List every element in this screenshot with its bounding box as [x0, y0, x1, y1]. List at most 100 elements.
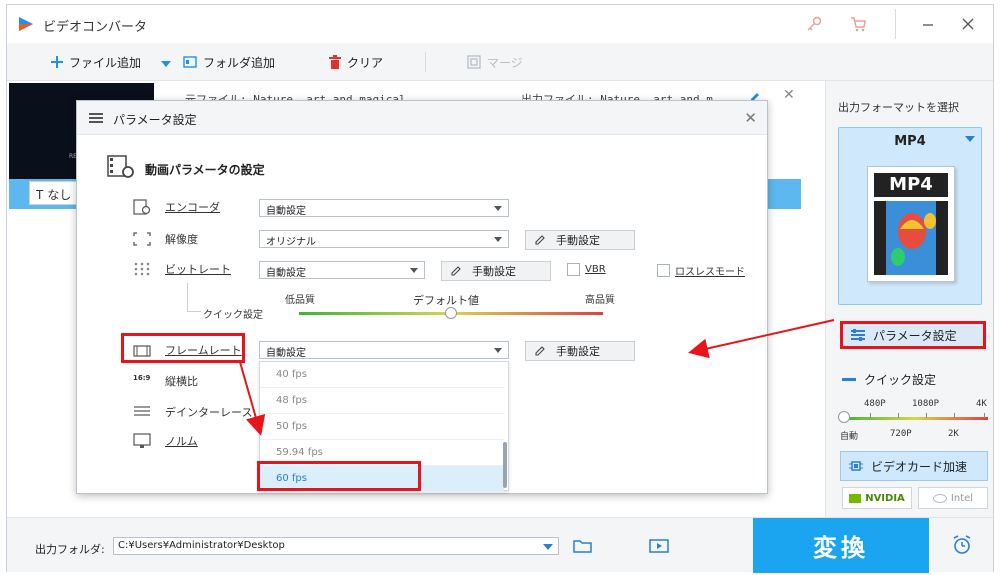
remove-file-icon[interactable]: ✕ [783, 87, 795, 103]
quick-settings-icon [842, 378, 856, 381]
low-quality-label: 低品質 [285, 295, 315, 306]
title-separator [895, 9, 896, 39]
resolution-icon [133, 232, 151, 246]
frame-rate-manual-button[interactable]: 手動設定 [525, 341, 635, 361]
bitrate-label: ビットレート [165, 263, 231, 276]
vbr-checkbox-box[interactable] [567, 263, 580, 276]
pencil-icon [451, 266, 461, 276]
output-folder-dropdown-icon[interactable] [543, 544, 553, 550]
convert-button[interactable]: 変換 [753, 518, 929, 573]
video-section-title: 動画パラメータの設定 [145, 163, 265, 177]
subtitle-value: なし [47, 188, 72, 202]
merge-button[interactable]: マージ [467, 53, 523, 71]
quick-quality-label: クイック設定 [203, 310, 263, 321]
resolution-value: オリジナル [266, 237, 316, 248]
quick-settings-label: クイック設定 [864, 373, 937, 387]
dialog-close-icon[interactable]: ✕ [744, 109, 757, 127]
key-icon[interactable] [805, 15, 823, 33]
add-file-label: ファイル追加 [69, 55, 142, 70]
parameter-settings-label: パラメータ設定 [873, 328, 957, 343]
chevron-down-icon [410, 268, 418, 273]
merge-label: マージ [487, 55, 523, 70]
chevron-down-icon [494, 237, 502, 242]
vbr-label: VBR [585, 264, 606, 275]
app-logo-icon [19, 17, 33, 31]
format-name: MP4 [894, 134, 926, 149]
fps-option-50[interactable]: 50 fps [260, 414, 504, 440]
subtitle-select[interactable]: T なし [29, 181, 83, 205]
bitrate-manual-button[interactable]: 手動設定 [441, 261, 551, 281]
alarm-clock-icon[interactable] [951, 534, 973, 556]
add-file-dropdown-icon[interactable] [161, 61, 171, 67]
close-icon[interactable] [959, 15, 977, 33]
format-selector[interactable]: MP4 MP4 [838, 127, 982, 305]
format-panel-title: 出力フォーマットを選択 [838, 101, 959, 114]
format-dropdown-icon[interactable] [965, 136, 975, 142]
dialog-header: パラメータ設定 ✕ [77, 101, 767, 135]
add-file-button[interactable]: ファイル追加 [51, 53, 141, 71]
encoder-label: エンコーダ [165, 201, 220, 214]
encoder-select[interactable]: 自動設定 [259, 199, 509, 217]
nvidia-label: NVIDIA [865, 492, 905, 504]
slider-tick [954, 413, 955, 418]
tree-line [187, 311, 201, 312]
lossless-checkbox-box[interactable] [657, 264, 670, 277]
gpu-acceleration-label: ビデオカード加速 [871, 459, 968, 474]
text-icon: T [36, 188, 44, 202]
clear-button[interactable]: クリア [329, 53, 383, 71]
trash-icon [329, 55, 341, 69]
fps-option-48[interactable]: 48 fps [260, 388, 504, 414]
minimize-icon[interactable] [919, 15, 937, 33]
cart-icon[interactable] [849, 15, 867, 33]
intel-button[interactable]: Intel [918, 487, 988, 509]
parameter-settings-button[interactable]: パラメータ設定 [840, 321, 986, 349]
title-bar: ビデオコンバータ [7, 5, 993, 43]
aspect-ratio-label: 縦横比 [165, 375, 198, 388]
quick-settings-slider[interactable] [842, 417, 988, 420]
slider-tick [926, 413, 927, 418]
settings-sliders-icon [89, 113, 103, 123]
norm-label: ノルム [165, 435, 198, 448]
chevron-down-icon [494, 206, 502, 211]
bitrate-icon [134, 262, 150, 276]
video-folder-icon[interactable] [649, 538, 669, 554]
add-folder-button[interactable]: フォルダ追加 [183, 53, 275, 71]
merge-icon [467, 55, 481, 69]
video-settings-icon [107, 155, 134, 178]
fps-option-40[interactable]: 40 fps [260, 362, 504, 388]
frame-rate-select[interactable]: 自動設定 [259, 341, 509, 359]
format-icon-label: MP4 [874, 173, 948, 197]
vbr-checkbox[interactable]: VBR [567, 263, 606, 276]
output-folder-field[interactable]: C:¥Users¥Administrator¥Desktop [113, 537, 559, 555]
quick-720p: 720P [890, 429, 912, 439]
deinterlace-icon [134, 406, 150, 416]
quality-slider-handle[interactable] [445, 307, 457, 319]
resolution-select[interactable]: オリジナル [259, 230, 509, 248]
nvidia-button[interactable]: NVIDIA [842, 487, 912, 509]
lossless-checkbox[interactable]: ロスレスモード [657, 263, 745, 278]
dialog-title: パラメータ設定 [113, 113, 197, 127]
lossless-label: ロスレスモード [675, 267, 745, 278]
slider-tick [870, 413, 871, 418]
quick-1080p: 1080P [912, 399, 940, 409]
folder-add-icon [183, 56, 197, 68]
quick-slider-handle[interactable] [838, 411, 850, 423]
format-panel: 出力フォーマットを選択 MP4 MP4 パラメータ設定 クイック設定 480P … [825, 81, 993, 517]
monitor-icon [133, 433, 151, 448]
frame-rate-manual-label: 手動設定 [556, 345, 600, 358]
bitrate-select[interactable]: 自動設定 [259, 261, 425, 279]
encoder-value: 自動設定 [266, 206, 306, 217]
chip-icon [849, 461, 863, 471]
open-folder-icon[interactable] [573, 538, 593, 554]
dropdown-scrollbar[interactable] [503, 442, 507, 488]
gpu-acceleration-button[interactable]: ビデオカード加速 [840, 451, 988, 481]
frame-rate-value: 自動設定 [266, 348, 306, 359]
bottom-bar: 出力フォルダ: C:¥Users¥Administrator¥Desktop 変… [7, 517, 993, 573]
pencil-icon [535, 346, 545, 356]
bitrate-manual-label: 手動設定 [472, 265, 516, 278]
mp4-format-icon: MP4 [867, 166, 955, 282]
quick-settings-title: クイック設定 [842, 371, 936, 388]
high-quality-label: 高品質 [585, 295, 615, 306]
resolution-manual-button[interactable]: 手動設定 [525, 230, 635, 250]
fps-60-highlight [257, 461, 421, 491]
